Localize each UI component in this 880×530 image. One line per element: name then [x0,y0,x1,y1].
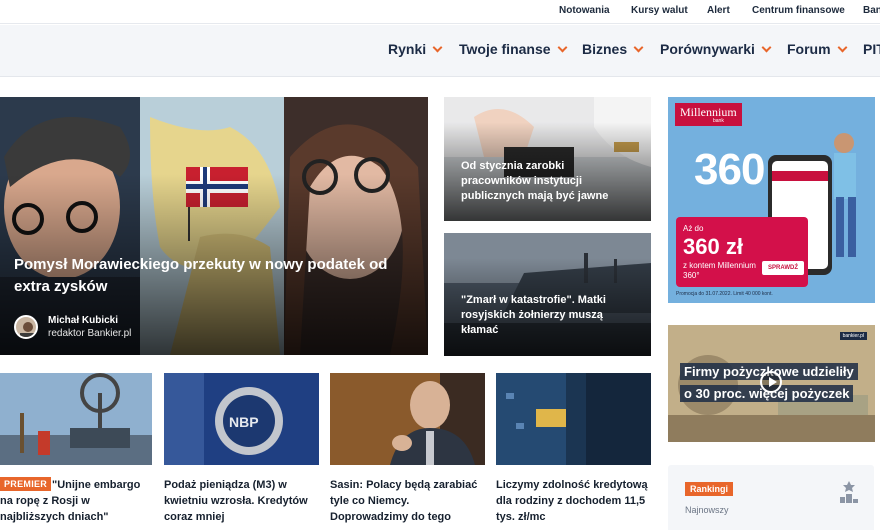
link-alert[interactable]: Alert [707,5,730,16]
title-line: tyle co Niemcy. [330,495,410,507]
chevron-down-icon [557,42,567,53]
article-card-1-image [0,373,152,465]
title-line: tys. zł/mc [496,511,546,523]
top-utility-bar: Notowania Kursy walut Alert Centrum fina… [0,0,880,24]
nav-item-label: Porównywarki [660,41,755,57]
chevron-down-icon [633,42,644,53]
ad-footer: Promocja do 31.07.2022. Limit 40 000 kon… [676,291,773,297]
article-card-1-title-cont[interactable]: na ropę z Rosji w najbliższych dniach" [0,493,109,525]
article-card-4-title[interactable]: Liczymy zdolność kredytową dla rodziny z… [496,477,648,525]
title-line: "Unijne embargo [52,479,141,491]
rankings-badge[interactable]: Rankingi [685,482,734,496]
nav-item-porownywarki[interactable]: Porównywarki [660,41,772,57]
avatar [14,315,38,339]
video-article[interactable]: bankier.pl Firmy pożyczkowe udzieliły o … [668,325,875,442]
side-article-2-title[interactable]: "Zmarł w katastrofie". Matki rosyjskich … [461,293,636,338]
article-card-2[interactable]: NBP Podaż pieniądza (M3) w kwietniu wzro… [164,373,319,530]
ad-offer-box: Aż do 360 zł z kontem Millennium 360° SP… [676,217,808,287]
play-icon[interactable] [760,371,782,393]
main-navigation: Rynki Twoje finanse Biznes Porównywarki … [0,25,880,77]
ad-big-number: 360 [694,145,765,194]
hero-title[interactable]: Pomysł Morawieckiego przekuty w nowy pod… [14,254,404,298]
chevron-down-icon [432,42,443,53]
chevron-down-icon [837,42,848,53]
millennium-ad[interactable]: Millennium bank 360 Aż do 360 zł z kontem… [668,97,875,303]
rankings-box: Rankingi Najnowszy [668,465,874,530]
nav-item-label: Rynki [388,41,427,57]
millennium-logo: Millennium bank [675,103,742,126]
ad-brand: Millennium [680,105,737,119]
title-line: na ropę z Rosji w [0,495,90,507]
article-card-3-title[interactable]: Sasin: Polacy będą zarabiać tyle co Niem… [330,477,477,525]
author-name[interactable]: Michał Kubicki [48,315,118,326]
side-article-1[interactable]: Od stycznia zarobki pracowników instytuc… [444,97,651,221]
title-line: Podaż pieniądza (M3) w [164,479,287,491]
hero-article[interactable]: Pomysł Morawieckiego przekuty w nowy pod… [0,97,428,355]
nav-item-rynki[interactable]: Rynki [388,41,443,57]
ranking-podium-icon [840,481,858,503]
title-line: kwietniu wzrosła. Kredytów [164,495,308,507]
article-card-1[interactable]: PREMIER "Unijne embargo na ropę z Rosji … [0,373,152,530]
link-centrum-finansowe[interactable]: Centrum finansowe [752,5,845,16]
link-notowania[interactable]: Notowania [559,5,610,16]
ad-check-button[interactable]: SPRAWDŹ [762,261,804,275]
chevron-down-icon [761,42,772,53]
ad-small-label: Aż do [683,224,704,233]
article-card-3-image [330,373,485,465]
ad-account: z kontem Millennium 360° [683,261,756,280]
link-kursy-walut[interactable]: Kursy walut [631,5,688,16]
nav-item-biznes[interactable]: Biznes [582,41,644,57]
nav-item-label: Forum [787,41,831,57]
title-line: Liczymy zdolność kredytową [496,479,648,491]
article-card-3[interactable]: Sasin: Polacy będą zarabiać tyle co Niem… [330,373,485,530]
article-card-4[interactable]: Liczymy zdolność kredytową dla rodziny z… [496,373,651,530]
nav-item-forum[interactable]: Forum [787,41,848,57]
nav-item-label: PIT [863,41,880,57]
rankings-subtitle: Najnowszy [685,505,729,515]
bankier-tag: bankier.pl [839,332,867,340]
title-line: dla rodziny z dochodem 11,5 [496,495,646,507]
title-line: coraz mniej [164,511,225,523]
title-line: najbliższych dniach" [0,511,109,523]
nav-item-label: Twoje finanse [459,41,551,57]
article-card-2-image: NBP [164,373,319,465]
article-card-4-image [496,373,651,465]
svg-text:NBP: NBP [229,414,259,430]
nav-item-twoje-finanse[interactable]: Twoje finanse [459,41,567,57]
title-line: Doprowadzimy do tego [330,511,451,523]
side-article-2[interactable]: "Zmarł w katastrofie". Matki rosyjskich … [444,233,651,356]
title-line: Sasin: Polacy będą zarabiać [330,479,478,491]
nav-item-pit[interactable]: PIT [863,41,880,57]
premier-badge: PREMIER [0,477,52,491]
side-article-1-title[interactable]: Od stycznia zarobki pracowników instytuc… [461,159,636,204]
article-card-2-title[interactable]: Podaż pieniądza (M3) w kwietniu wzrosła.… [164,477,308,525]
article-card-1-title[interactable]: "Unijne embargo [52,477,140,493]
author-role: redaktor Bankier.pl [48,328,132,339]
ad-brand-sub: bank [713,118,724,124]
nav-item-label: Biznes [582,41,628,57]
link-bankier[interactable]: Bankier.pl [863,5,880,16]
ad-amount: 360 zł [683,234,743,259]
